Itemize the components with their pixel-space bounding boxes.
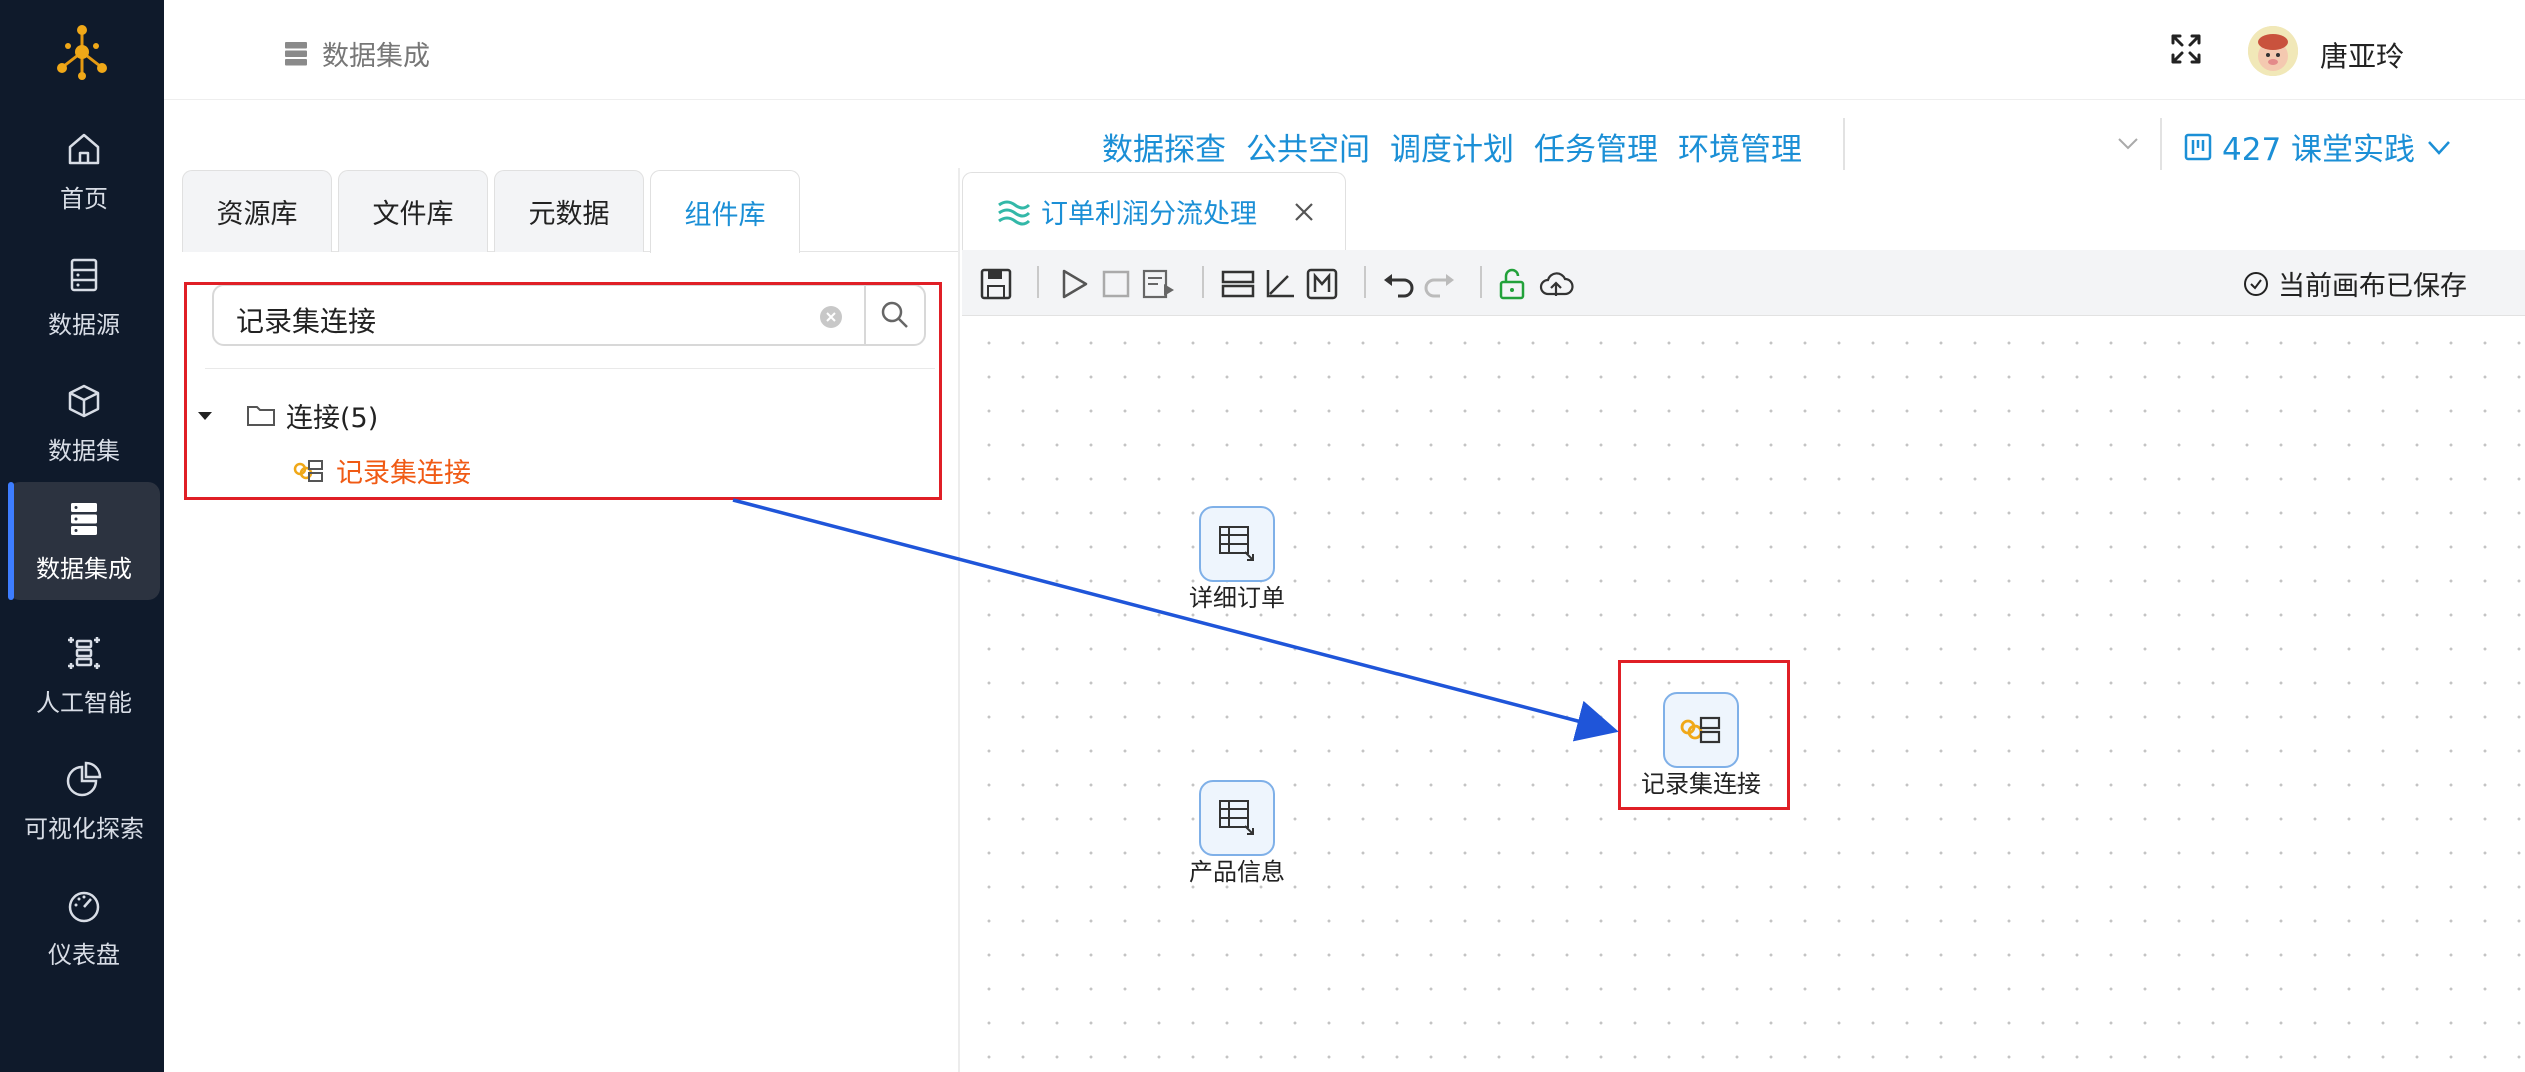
annotation-arrow [732,498,1619,742]
